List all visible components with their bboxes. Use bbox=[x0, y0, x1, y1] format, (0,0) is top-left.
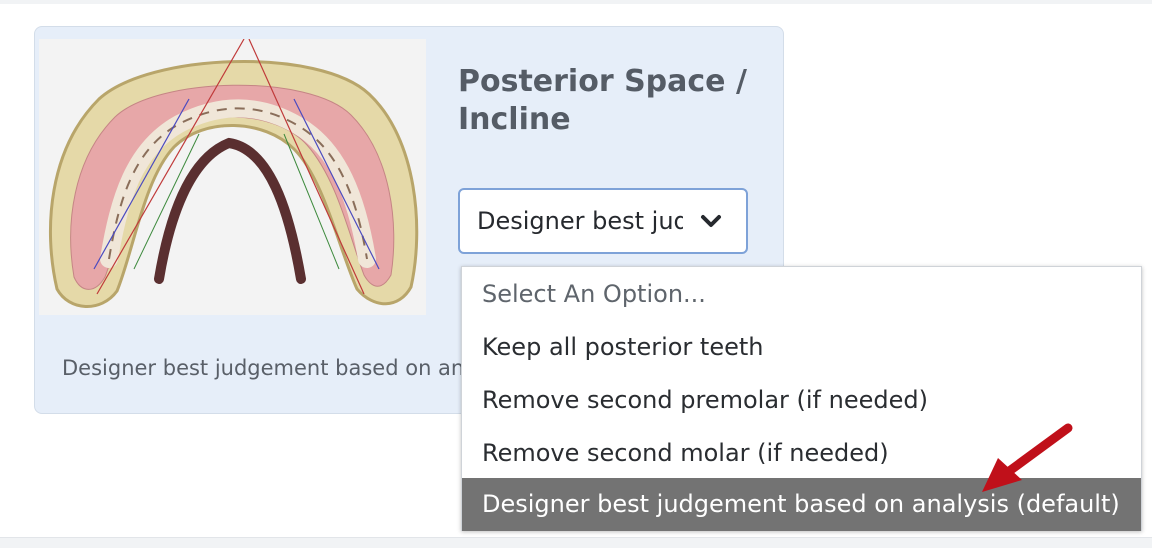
option-keep-all-posterior[interactable]: Keep all posterior teeth bbox=[462, 321, 1141, 374]
dental-arch-image bbox=[39, 39, 426, 315]
select-value: Designer best judgement based on analysi… bbox=[477, 207, 683, 235]
chevron-down-icon bbox=[701, 215, 721, 227]
top-divider bbox=[0, 0, 1152, 4]
option-select-placeholder[interactable]: Select An Option... bbox=[462, 268, 1141, 321]
red-arrow-icon bbox=[982, 423, 1073, 492]
posterior-space-select[interactable]: Designer best judgement based on analysi… bbox=[458, 188, 748, 254]
card-description: Designer best judgement based on analysi… bbox=[62, 356, 462, 380]
page: Posterior Space / Incline Designer best … bbox=[0, 0, 1152, 548]
card-title: Posterior Space / Incline bbox=[458, 64, 747, 137]
bottom-divider bbox=[0, 537, 1152, 548]
